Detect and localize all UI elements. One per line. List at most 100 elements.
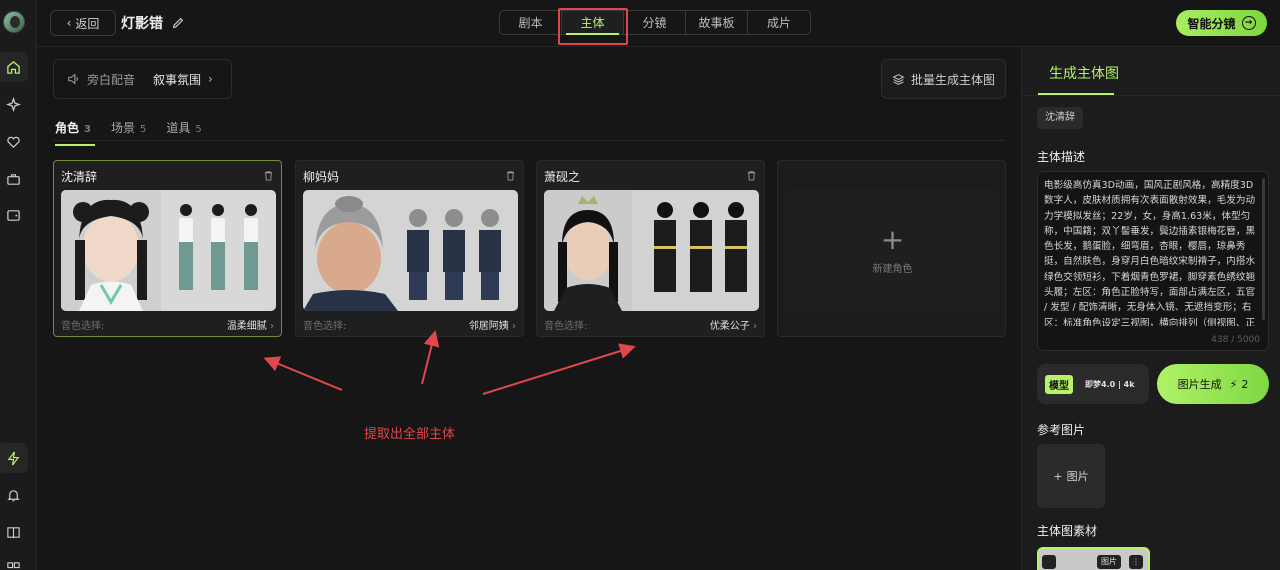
narration-label: 旁白配音 xyxy=(87,72,136,87)
tab-script[interactable]: 剧本 xyxy=(500,11,562,34)
grid-icon[interactable] xyxy=(0,553,28,570)
main-tabs: 剧本 主体 分镜 故事板 成片 xyxy=(499,10,811,35)
right-panel: 生成主体图 沈清辞 主体描述 电影级高仿真3D动画，国风正剧风格，高精度3D数字… xyxy=(1021,47,1280,570)
model-tag: 模型 xyxy=(1045,374,1073,394)
chevron-left-icon: ‹ xyxy=(66,16,72,30)
voice-row[interactable]: 音色选择: 邻居阿姨 › xyxy=(303,317,516,332)
plus-icon: + xyxy=(1053,469,1063,483)
material-badge: 图片 xyxy=(1097,555,1121,569)
divider xyxy=(1022,95,1280,96)
lightning-icon: ⚡ xyxy=(1229,377,1238,391)
new-character-card[interactable]: + 新建角色 xyxy=(777,160,1006,337)
avatar[interactable] xyxy=(3,11,25,33)
voice-value: 温柔细腻 xyxy=(226,321,267,332)
chevron-right-icon: › xyxy=(512,321,516,332)
tab-label: 主体 xyxy=(580,16,605,30)
character-card[interactable]: 沈清辞 音色选择: 温柔细腻 › xyxy=(53,160,282,337)
reference-label: 参考图片 xyxy=(1037,423,1086,437)
sparkle-icon[interactable] xyxy=(0,89,28,119)
description-text: 电影级高仿真3D动画，国风正剧风格，高精度3D数字人，皮肤材质拥有次表面散射效果… xyxy=(1044,180,1256,326)
tab-label: 故事板 xyxy=(698,16,735,30)
smart-storyboard-button[interactable]: 智能分镜 → xyxy=(1176,10,1267,36)
narration-mood: 叙事氛围 xyxy=(153,72,202,87)
chevron-right-icon: › xyxy=(753,321,757,332)
back-label: 返回 xyxy=(75,16,100,31)
category-label: 道具 xyxy=(166,121,191,135)
wallet-icon[interactable] xyxy=(0,200,28,230)
tab-final-cut[interactable]: 成片 xyxy=(748,11,810,34)
app-root: ‹ 返回 灯影错 剧本 主体 分镜 故事板 成片 智能分镜 → 旁白配音 叙事氛… xyxy=(0,0,1280,570)
trash-icon[interactable] xyxy=(746,170,757,181)
voice-label: 音色选择: xyxy=(61,321,105,332)
tab-storyboard-shots[interactable]: 分镜 xyxy=(624,11,686,34)
tab-label: 分镜 xyxy=(642,16,667,30)
material-thumbnail[interactable]: 图片 ⋮ xyxy=(1037,547,1150,570)
selected-subject-chip: 沈清辞 xyxy=(1037,107,1083,129)
category-count: 3 xyxy=(84,124,91,135)
tab-scenes[interactable]: 场景 5 xyxy=(111,119,146,146)
tab-props[interactable]: 道具 5 xyxy=(166,119,201,146)
more-icon[interactable]: ⋮ xyxy=(1129,555,1143,569)
bell-icon[interactable] xyxy=(0,480,28,510)
description-label: 主体描述 xyxy=(1037,150,1086,164)
description-textarea[interactable]: 电影级高仿真3D动画，国风正剧风格，高精度3D数字人，皮肤材质拥有次表面散射效果… xyxy=(1037,171,1269,351)
panel-title: 生成主体图 xyxy=(1049,66,1119,82)
generate-image-button[interactable]: 图片生成 ⚡ 2 xyxy=(1157,364,1269,404)
batch-label: 批量生成主体图 xyxy=(910,72,995,87)
annotation-label: 提取出全部主体 xyxy=(364,427,456,442)
trash-icon[interactable] xyxy=(505,170,516,181)
voice-row[interactable]: 音色选择: 温柔细腻 › xyxy=(61,317,274,332)
model-select[interactable]: 模型 即梦4.0 | 4k xyxy=(1037,364,1149,404)
add-reference-label: 图片 xyxy=(1066,470,1089,483)
tab-characters[interactable]: 角色 3 xyxy=(55,119,95,146)
trash-icon[interactable] xyxy=(263,170,274,181)
layers-icon xyxy=(892,73,905,85)
back-button[interactable]: ‹ 返回 xyxy=(50,10,116,36)
voice-value-wrap: 温柔细腻 › xyxy=(227,317,274,332)
add-reference-button[interactable]: + 图片 xyxy=(1037,444,1105,508)
expand-icon[interactable] xyxy=(1042,555,1056,569)
category-label: 场景 xyxy=(110,121,135,135)
voice-label: 音色选择: xyxy=(544,321,588,332)
tab-storyboard[interactable]: 故事板 xyxy=(686,11,748,34)
heart-icon[interactable] xyxy=(0,127,28,157)
new-character-label: 新建角色 xyxy=(872,264,913,275)
category-label: 角色 xyxy=(55,121,80,135)
chevron-right-icon: › xyxy=(208,72,213,86)
new-character-inner: + 新建角色 xyxy=(785,190,1000,311)
narration-box[interactable]: 旁白配音 叙事氛围 › xyxy=(53,59,232,99)
character-image xyxy=(544,190,759,311)
voice-value-wrap: 邻居阿姨 › xyxy=(469,317,516,332)
category-count: 5 xyxy=(140,124,147,135)
character-image xyxy=(303,190,518,311)
batch-generate-button[interactable]: 批量生成主体图 xyxy=(881,59,1006,99)
chevron-right-icon: › xyxy=(270,321,274,332)
character-name: 萧砚之 xyxy=(544,170,581,184)
character-name: 沈清辞 xyxy=(61,170,98,184)
char-count: 438 / 5000 xyxy=(1211,335,1260,345)
tab-subjects[interactable]: 主体 xyxy=(562,11,624,35)
character-card[interactable]: 萧砚之 音色选择: 优柔公子 › xyxy=(536,160,765,337)
book-icon[interactable] xyxy=(0,517,28,547)
smart-button-label: 智能分镜 xyxy=(1187,16,1236,31)
left-rail xyxy=(0,0,37,570)
tab-label: 剧本 xyxy=(518,16,543,30)
plus-icon: + xyxy=(880,223,905,256)
material-label: 主体图素材 xyxy=(1037,524,1098,538)
voice-row[interactable]: 音色选择: 优柔公子 › xyxy=(544,317,757,332)
character-card[interactable]: 柳妈妈 音色选择: 邻居阿姨 › xyxy=(295,160,524,337)
scrollbar[interactable] xyxy=(1262,178,1265,320)
home-icon[interactable] xyxy=(0,52,28,82)
character-name: 柳妈妈 xyxy=(303,170,340,184)
top-bar: ‹ 返回 灯影错 剧本 主体 分镜 故事板 成片 智能分镜 → xyxy=(37,0,1280,47)
arrow-right-icon: → xyxy=(1241,16,1256,30)
main-area: 旁白配音 叙事氛围 › 批量生成主体图 角色 3 场景 5 道具 5 沈清辞 音… xyxy=(37,47,1021,570)
voice-value: 优柔公子 xyxy=(709,321,750,332)
model-value: 即梦4.0 | 4k xyxy=(1085,379,1135,389)
pencil-icon[interactable] xyxy=(171,16,185,30)
project-title: 灯影错 xyxy=(121,16,163,32)
voice-value-wrap: 优柔公子 › xyxy=(710,317,757,332)
briefcase-icon[interactable] xyxy=(0,164,28,194)
voice-value: 邻居阿姨 xyxy=(468,321,509,332)
lightning-icon[interactable] xyxy=(0,443,28,473)
